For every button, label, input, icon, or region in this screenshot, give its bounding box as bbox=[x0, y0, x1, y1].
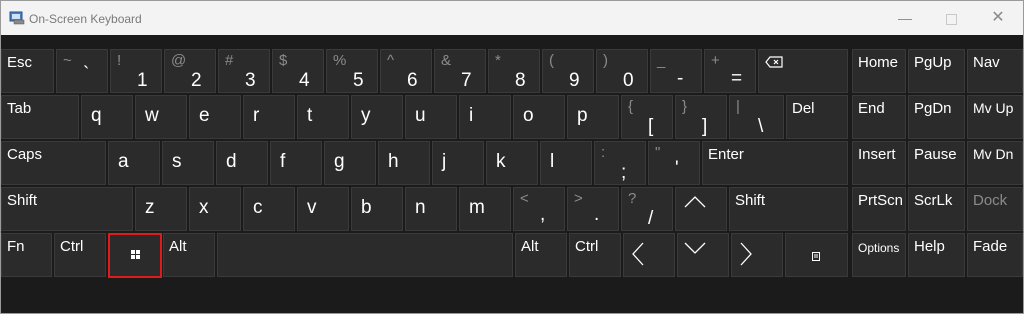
key-end[interactable]: End bbox=[852, 95, 906, 139]
close-icon: ✕ bbox=[991, 9, 1005, 26]
key-equals[interactable]: + = bbox=[704, 49, 756, 93]
key-x[interactable]: x bbox=[189, 187, 241, 231]
key-arrow-left[interactable] bbox=[623, 233, 675, 277]
key-help[interactable]: Help bbox=[908, 233, 965, 277]
key-shift-right[interactable]: Shift bbox=[729, 187, 848, 231]
key-insert[interactable]: Insert bbox=[852, 141, 906, 185]
minimize-button[interactable]: — bbox=[883, 5, 927, 31]
arrow-up-icon bbox=[684, 196, 706, 208]
key-y[interactable]: y bbox=[351, 95, 403, 139]
window-title: On-Screen Keyboard bbox=[29, 12, 142, 26]
key-home[interactable]: Home bbox=[852, 49, 906, 93]
menu-icon bbox=[812, 252, 820, 261]
key-backtick[interactable]: ~ ` bbox=[56, 49, 108, 93]
key-ctrl-right[interactable]: Ctrl bbox=[569, 233, 621, 277]
key-3[interactable]: # 3 bbox=[218, 49, 270, 93]
key-semicolon[interactable]: : ; bbox=[594, 141, 646, 185]
key-fn[interactable]: Fn bbox=[1, 233, 52, 277]
minimize-icon: — bbox=[898, 10, 912, 26]
key-tab[interactable]: Tab bbox=[1, 95, 79, 139]
key-space[interactable] bbox=[217, 233, 513, 277]
arrow-right-icon bbox=[740, 242, 752, 266]
key-s[interactable]: s bbox=[162, 141, 214, 185]
key-e[interactable]: e bbox=[189, 95, 241, 139]
key-esc[interactable]: Esc bbox=[1, 49, 54, 93]
key-l[interactable]: l bbox=[540, 141, 592, 185]
key-move-down[interactable]: Mv Dn bbox=[967, 141, 1023, 185]
key-j[interactable]: j bbox=[432, 141, 484, 185]
key-prtscn[interactable]: PrtScn bbox=[852, 187, 906, 231]
key-4[interactable]: $ 4 bbox=[272, 49, 324, 93]
key-u[interactable]: u bbox=[405, 95, 457, 139]
key-p[interactable]: p bbox=[567, 95, 619, 139]
key-9[interactable]: ( 9 bbox=[542, 49, 594, 93]
key-2[interactable]: @ 2 bbox=[164, 49, 216, 93]
key-6[interactable]: ^ 6 bbox=[380, 49, 432, 93]
key-arrow-up[interactable] bbox=[675, 187, 727, 231]
key-k[interactable]: k bbox=[486, 141, 538, 185]
key-enter[interactable]: Enter bbox=[702, 141, 848, 185]
key-o[interactable]: o bbox=[513, 95, 565, 139]
key-i[interactable]: i bbox=[459, 95, 511, 139]
close-button[interactable]: ✕ bbox=[976, 5, 1020, 31]
key-b[interactable]: b bbox=[351, 187, 403, 231]
key-backspace[interactable] bbox=[758, 49, 848, 93]
keyboard-area: Esc ~ ` ! 1 @ 2 # 3 $ 4 % 5 ^ 6 & 7 * 8 bbox=[1, 35, 1023, 313]
key-minus[interactable]: _ - bbox=[650, 49, 702, 93]
key-pgdn[interactable]: PgDn bbox=[908, 95, 965, 139]
backspace-icon bbox=[765, 56, 783, 68]
key-m[interactable]: m bbox=[459, 187, 511, 231]
key-quote[interactable]: " ' bbox=[648, 141, 700, 185]
key-5[interactable]: % 5 bbox=[326, 49, 378, 93]
key-backslash[interactable]: | \ bbox=[729, 95, 784, 139]
key-n[interactable]: n bbox=[405, 187, 457, 231]
key-c[interactable]: c bbox=[243, 187, 295, 231]
key-v[interactable]: v bbox=[297, 187, 349, 231]
keyboard-app-icon bbox=[9, 11, 25, 25]
key-w[interactable]: w bbox=[135, 95, 187, 139]
arrow-down-icon bbox=[684, 242, 706, 254]
on-screen-keyboard-window: On-Screen Keyboard — ✕ Esc ~ ` ! 1 @ 2 #… bbox=[0, 0, 1024, 314]
key-arrow-down[interactable] bbox=[677, 233, 729, 277]
key-menu[interactable] bbox=[785, 233, 848, 277]
key-options[interactable]: Options bbox=[852, 233, 906, 277]
key-del[interactable]: Del bbox=[786, 95, 848, 139]
key-alt-left[interactable]: Alt bbox=[163, 233, 215, 277]
key-dock[interactable]: Dock bbox=[967, 187, 1023, 231]
key-pgup[interactable]: PgUp bbox=[908, 49, 965, 93]
key-h[interactable]: h bbox=[378, 141, 430, 185]
key-alt-right[interactable]: Alt bbox=[515, 233, 567, 277]
key-7[interactable]: & 7 bbox=[434, 49, 486, 93]
maximize-button[interactable] bbox=[929, 5, 973, 31]
windows-key-highlight bbox=[108, 233, 162, 278]
key-f[interactable]: f bbox=[270, 141, 322, 185]
key-t[interactable]: t bbox=[297, 95, 349, 139]
key-comma[interactable]: < , bbox=[513, 187, 565, 231]
key-arrow-right[interactable] bbox=[731, 233, 783, 277]
key-left-bracket[interactable]: { [ bbox=[621, 95, 673, 139]
key-right-bracket[interactable]: } ] bbox=[675, 95, 727, 139]
key-8[interactable]: * 8 bbox=[488, 49, 540, 93]
key-1[interactable]: ! 1 bbox=[110, 49, 162, 93]
key-pause[interactable]: Pause bbox=[908, 141, 965, 185]
key-r[interactable]: r bbox=[243, 95, 295, 139]
key-a[interactable]: a bbox=[108, 141, 160, 185]
key-q[interactable]: q bbox=[81, 95, 133, 139]
key-move-up[interactable]: Mv Up bbox=[967, 95, 1023, 139]
arrow-left-icon bbox=[632, 242, 644, 266]
key-shift-left[interactable]: Shift bbox=[1, 187, 133, 231]
maximize-icon bbox=[945, 13, 957, 25]
key-fade[interactable]: Fade bbox=[967, 233, 1023, 277]
key-ctrl-left[interactable]: Ctrl bbox=[54, 233, 106, 277]
key-d[interactable]: d bbox=[216, 141, 268, 185]
title-bar: On-Screen Keyboard — ✕ bbox=[1, 1, 1023, 35]
key-nav[interactable]: Nav bbox=[967, 49, 1023, 93]
key-period[interactable]: > . bbox=[567, 187, 619, 231]
key-0[interactable]: ) 0 bbox=[596, 49, 648, 93]
key-scrlk[interactable]: ScrLk bbox=[908, 187, 965, 231]
key-slash[interactable]: ? / bbox=[621, 187, 673, 231]
key-g[interactable]: g bbox=[324, 141, 376, 185]
key-caps[interactable]: Caps bbox=[1, 141, 106, 185]
key-z[interactable]: z bbox=[135, 187, 187, 231]
